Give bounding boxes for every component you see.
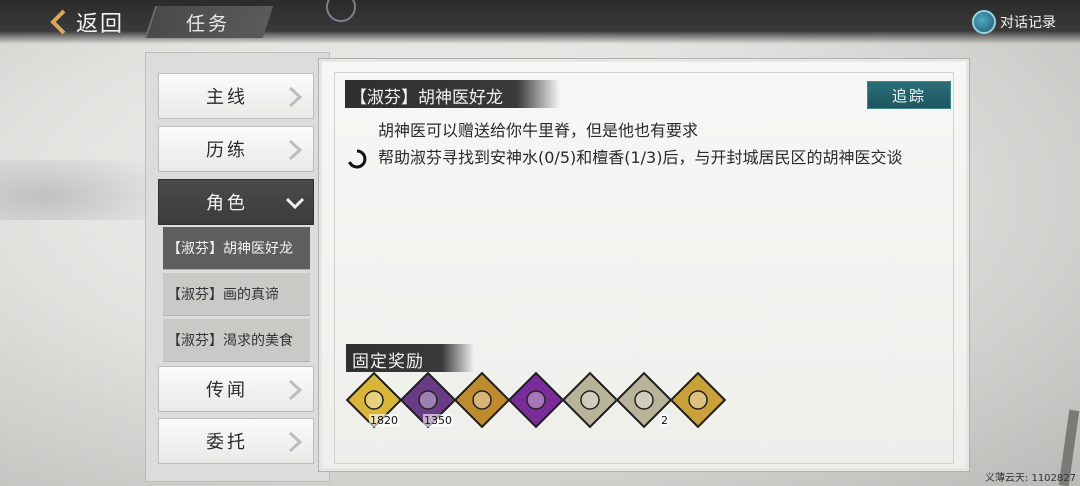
- reward-item[interactable]: 1820: [345, 371, 403, 429]
- martial-manual-icon: [580, 390, 600, 410]
- sub-item-label: 【淑芬】画的真谛: [167, 287, 279, 303]
- menu-item-label: 角色: [206, 193, 248, 214]
- menu-item-training[interactable]: 历练: [158, 126, 314, 172]
- reward-count: 2: [660, 414, 669, 427]
- scroll-staff-icon: [472, 390, 492, 410]
- chevron-down-icon: [285, 197, 305, 210]
- chevron-right-icon: [288, 86, 303, 108]
- dialog-log-button[interactable]: 对话记录: [972, 8, 1056, 36]
- menu-item-character[interactable]: 角色: [158, 179, 314, 225]
- chevron-left-icon: [50, 9, 66, 35]
- dialog-log-label: 对话记录: [1000, 15, 1056, 31]
- track-button[interactable]: 追踪: [867, 81, 951, 109]
- reward-item[interactable]: [453, 371, 511, 429]
- reward-item[interactable]: [507, 371, 565, 429]
- menu-item-label: 传闻: [206, 380, 248, 401]
- reward-item[interactable]: [561, 371, 619, 429]
- menu-item-label: 主线: [206, 87, 248, 108]
- quest-objective: 帮助淑芬寻找到安神水(0/5)和檀香(1/3)后，与开封城居民区的胡神医交谈: [378, 148, 903, 167]
- quest-description: 胡神医可以赠送给你牛里脊，但是他也有要求: [378, 121, 699, 140]
- user-info: 义薄云天: 1102827: [984, 473, 1076, 484]
- progress-ring-icon: [348, 149, 367, 169]
- reward-count: 1350: [423, 414, 453, 427]
- page-title: 任务: [186, 13, 231, 35]
- chevron-right-icon: [288, 431, 303, 453]
- sub-item-quest[interactable]: 【淑芬】胡神医好龙: [163, 227, 310, 270]
- back-label: 返回: [76, 12, 125, 37]
- reward-count: 1820: [369, 414, 399, 427]
- reward-item[interactable]: [669, 371, 727, 429]
- chevron-right-icon: [288, 379, 303, 401]
- purple-book-icon: [526, 390, 546, 410]
- reward-item[interactable]: 2: [615, 371, 673, 429]
- book-icon: [972, 10, 996, 34]
- chevron-right-icon: [288, 139, 303, 161]
- sub-item-label: 【淑芬】胡神医好龙: [167, 241, 293, 257]
- menu-item-main[interactable]: 主线: [158, 73, 314, 119]
- reward-title: 固定奖励: [352, 352, 424, 372]
- beef-tenderloin-icon: [688, 390, 708, 410]
- menu-item-label: 历练: [206, 140, 248, 161]
- ink-decoration: [0, 160, 150, 220]
- quest-title: 【淑芬】胡神医好龙: [350, 88, 503, 108]
- menu-item-label: 委托: [206, 432, 248, 453]
- sub-item-quest[interactable]: 【淑芬】渴求的美食: [163, 319, 310, 362]
- sub-item-quest[interactable]: 【淑芬】画的真谛: [163, 273, 310, 316]
- back-button[interactable]: 返回: [48, 4, 124, 40]
- sub-item-label: 【淑芬】渴求的美食: [167, 333, 293, 349]
- menu-item-commission[interactable]: 委托: [158, 418, 314, 464]
- reward-item[interactable]: 1350: [399, 371, 457, 429]
- menu-item-rumors[interactable]: 传闻: [158, 366, 314, 412]
